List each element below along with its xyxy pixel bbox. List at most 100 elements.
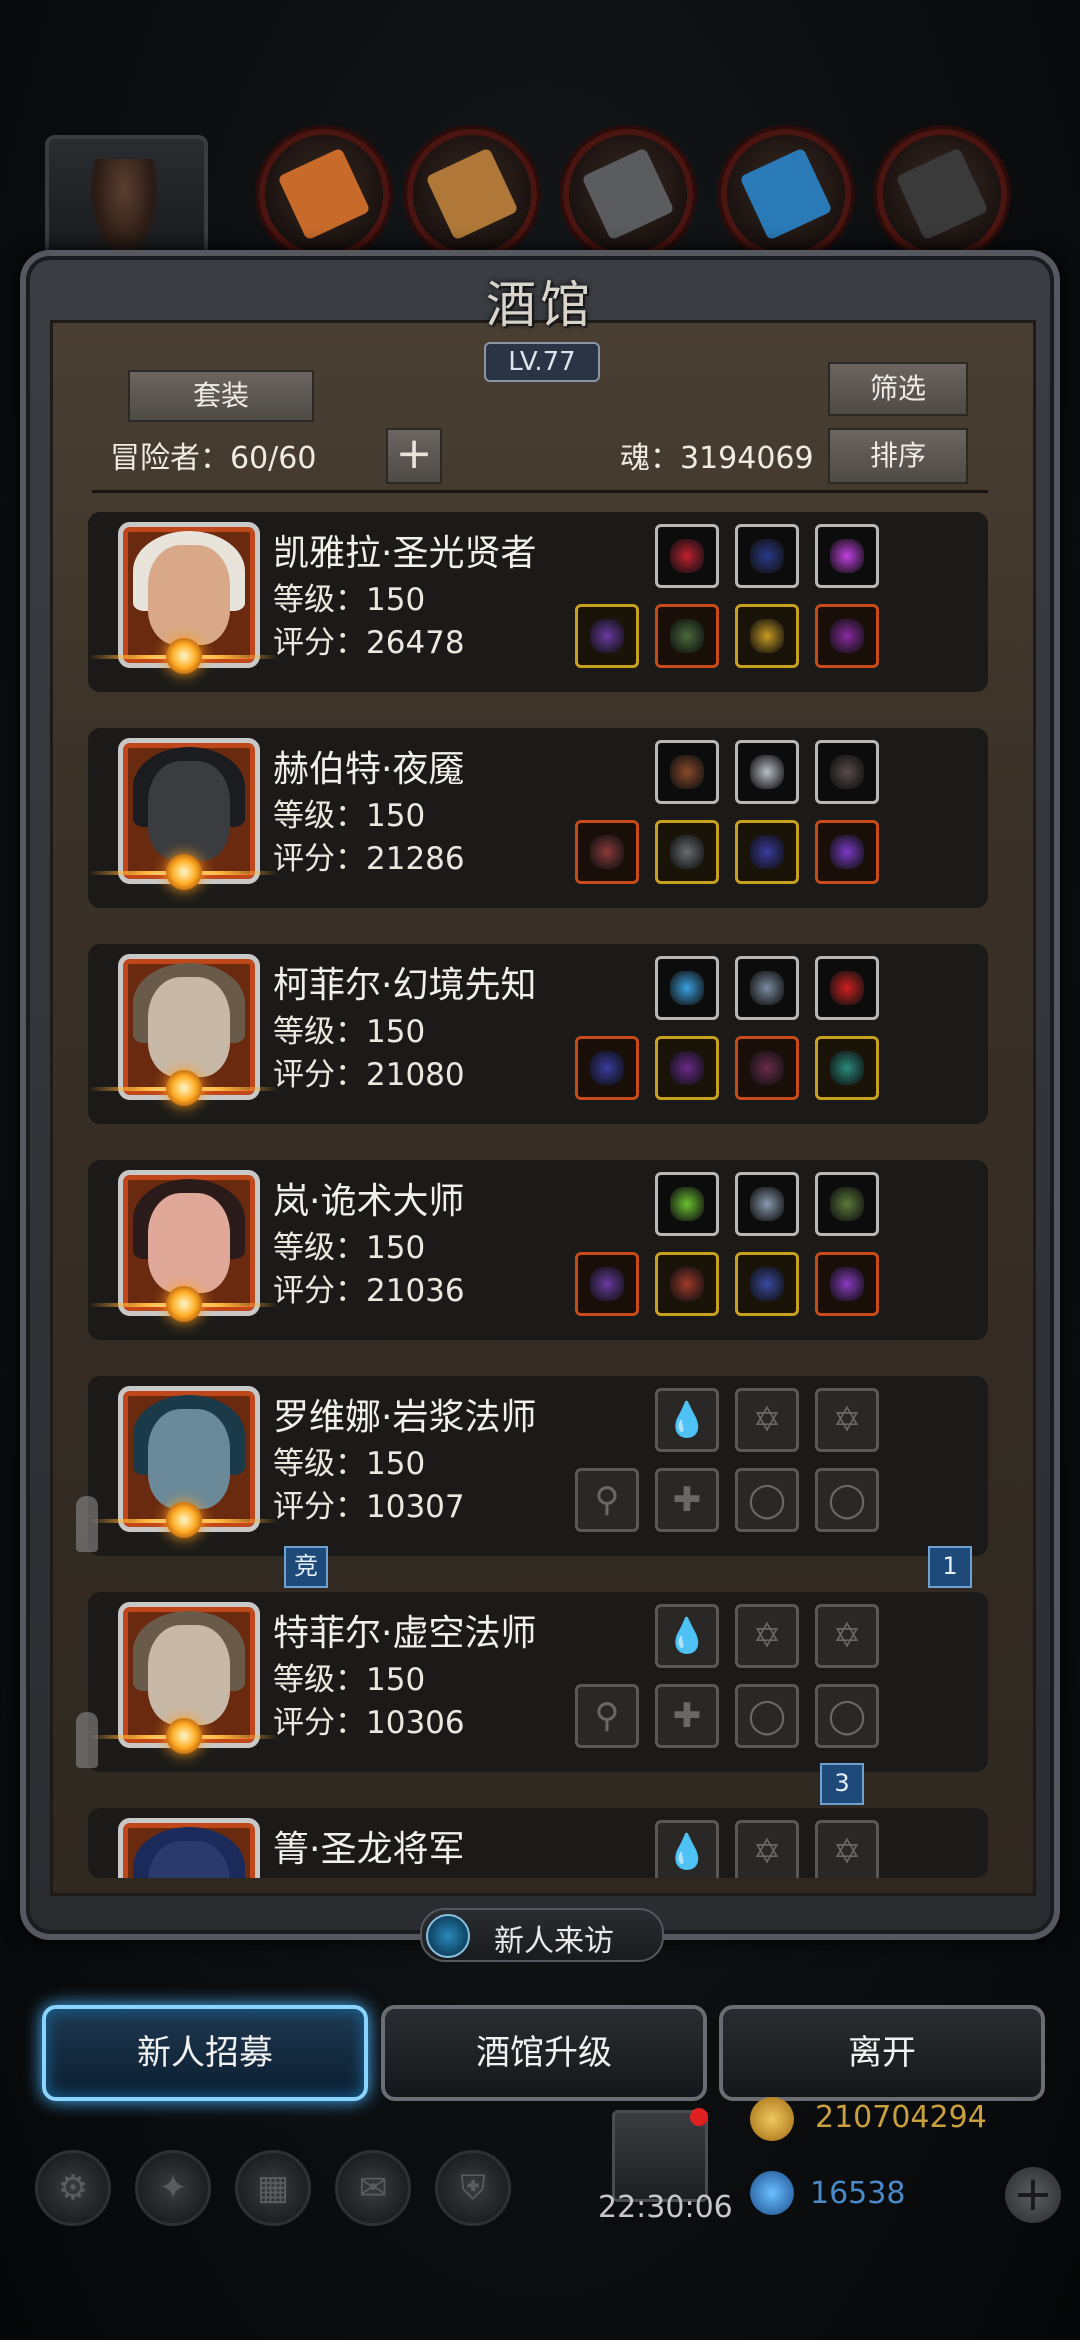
star-icon[interactable]: ✦: [135, 2150, 211, 2226]
add-adventurer-button[interactable]: +: [386, 428, 442, 484]
gem-icon: [750, 2171, 794, 2215]
wood-plank-icon[interactable]: [413, 135, 531, 253]
equip-slot[interactable]: [575, 1252, 639, 1316]
equip-slot[interactable]: [655, 604, 719, 668]
equipment-icon: [830, 1051, 864, 1085]
equipment-icon: [750, 971, 784, 1005]
gold-coin-icon: [750, 2097, 794, 2141]
empty-equip-slot[interactable]: ⚲: [575, 1684, 639, 1748]
empty-equip-slot[interactable]: ◯: [815, 1468, 879, 1532]
hero-card[interactable]: 凯雅拉·圣光贤者 等级：150 评分：26478: [88, 512, 988, 692]
empty-equip-slot[interactable]: ✡: [815, 1604, 879, 1668]
equip-slot[interactable]: [655, 956, 719, 1020]
hero-score: 评分：21036: [273, 1273, 465, 1309]
slot-placeholder-icon: ✡: [752, 1616, 782, 1656]
empty-equip-slot[interactable]: 💧: [655, 1388, 719, 1452]
equipment-icon: [830, 539, 864, 573]
equip-slot[interactable]: [815, 1172, 879, 1236]
hero-card[interactable]: 岚·诡术大师 等级：150 评分：21036: [88, 1160, 988, 1340]
equip-slot[interactable]: [655, 524, 719, 588]
slot-placeholder-icon: ✡: [832, 1832, 862, 1872]
rank-emblem: [88, 1286, 278, 1322]
hero-card[interactable]: 柯菲尔·幻境先知 等级：150 评分：21080: [88, 944, 988, 1124]
add-currency-button[interactable]: +: [1005, 2167, 1061, 2223]
set-button[interactable]: 套装: [128, 370, 314, 422]
rank-emblem: [88, 1718, 278, 1754]
equipment-icon: [670, 539, 704, 573]
equip-slot[interactable]: [815, 1036, 879, 1100]
equip-slot[interactable]: [815, 524, 879, 588]
filter-button[interactable]: 筛选: [828, 362, 968, 416]
equip-slot[interactable]: [735, 524, 799, 588]
shield-icon[interactable]: ⛨: [435, 2150, 511, 2226]
equip-slot[interactable]: [815, 956, 879, 1020]
blue-crystal-icon[interactable]: [727, 135, 845, 253]
equip-slot[interactable]: [655, 1172, 719, 1236]
grid-icon[interactable]: ▦: [235, 2150, 311, 2226]
empty-equip-slot[interactable]: ✡: [815, 1388, 879, 1452]
equip-slot[interactable]: [735, 604, 799, 668]
portrait-face: [148, 977, 230, 1077]
hero-score: 评分：10307: [273, 1489, 465, 1525]
equipment-icon: [750, 1051, 784, 1085]
equipment-icon: [830, 971, 864, 1005]
slot-placeholder-icon: 💧: [665, 1400, 709, 1440]
equip-slot[interactable]: [575, 604, 639, 668]
hero-card[interactable]: 箐·圣龙将军 💧 ✡ ✡: [88, 1808, 988, 1878]
equip-slot[interactable]: [575, 1036, 639, 1100]
orange-ore-icon[interactable]: [265, 135, 383, 253]
empty-equip-slot[interactable]: ✡: [815, 1820, 879, 1878]
iron-bar-icon[interactable]: [569, 135, 687, 253]
equip-slot[interactable]: [655, 1036, 719, 1100]
empty-equip-slot[interactable]: 💧: [655, 1820, 719, 1878]
hero-name: 特菲尔·虚空法师: [273, 1613, 537, 1654]
recruit-button[interactable]: 新人招募: [42, 2005, 368, 2101]
slot-placeholder-icon: ◯: [827, 1480, 867, 1520]
hero-level: 等级：150: [273, 798, 426, 834]
equipment-icon: [670, 1267, 704, 1301]
rank-tag-3: 3: [820, 1763, 864, 1805]
equipment-icon: [750, 755, 784, 789]
empty-equip-slot[interactable]: ✡: [735, 1604, 799, 1668]
sort-button[interactable]: 排序: [828, 428, 968, 484]
upgrade-button[interactable]: 酒馆升级: [381, 2005, 707, 2101]
hero-card[interactable]: 罗维娜·岩浆法师 等级：150 评分：10307 💧 ✡ ✡ ⚲ ✚ ◯ ◯: [76, 1376, 988, 1556]
new-visitor-button[interactable]: 新人来访: [420, 1908, 664, 1962]
empty-equip-slot[interactable]: 💧: [655, 1604, 719, 1668]
equip-slot[interactable]: [655, 740, 719, 804]
equip-slot[interactable]: [815, 1252, 879, 1316]
equip-slot[interactable]: [815, 604, 879, 668]
empty-equip-slot[interactable]: ◯: [815, 1684, 879, 1748]
equip-slot[interactable]: [815, 740, 879, 804]
equipment-icon: [670, 1051, 704, 1085]
equipment-icon: [590, 1051, 624, 1085]
empty-equip-slot[interactable]: ✚: [655, 1684, 719, 1748]
equip-slot[interactable]: [735, 820, 799, 884]
mail-icon[interactable]: ✉: [335, 2150, 411, 2226]
empty-equip-slot[interactable]: ✚: [655, 1468, 719, 1532]
equip-slot[interactable]: [575, 820, 639, 884]
empty-equip-slot[interactable]: ✡: [735, 1388, 799, 1452]
equip-slot[interactable]: [735, 1252, 799, 1316]
leave-button[interactable]: 离开: [719, 2005, 1045, 2101]
slot-placeholder-icon: ◯: [747, 1696, 787, 1736]
black-ingot-icon[interactable]: [883, 135, 1001, 253]
hero-level: 等级：150: [273, 1662, 426, 1698]
gear-icon[interactable]: ⚙: [35, 2150, 111, 2226]
hero-card[interactable]: 特菲尔·虚空法师 等级：150 评分：10306 💧 ✡ ✡ ⚲ ✚ ◯ ◯: [76, 1592, 988, 1772]
empty-equip-slot[interactable]: ◯: [735, 1684, 799, 1748]
empty-equip-slot[interactable]: ⚲: [575, 1468, 639, 1532]
equip-slot[interactable]: [735, 1172, 799, 1236]
equipment-icon: [750, 835, 784, 869]
equip-slot[interactable]: [815, 820, 879, 884]
equip-slot[interactable]: [735, 740, 799, 804]
equip-slot[interactable]: [655, 820, 719, 884]
equip-slot[interactable]: [735, 1036, 799, 1100]
equipment-icon: [750, 539, 784, 573]
equip-slot[interactable]: [655, 1252, 719, 1316]
empty-equip-slot[interactable]: ✡: [735, 1820, 799, 1878]
empty-equip-slot[interactable]: ◯: [735, 1468, 799, 1532]
portrait-face: [148, 1409, 230, 1509]
hero-card[interactable]: 赫伯特·夜魇 等级：150 评分：21286: [88, 728, 988, 908]
equip-slot[interactable]: [735, 956, 799, 1020]
